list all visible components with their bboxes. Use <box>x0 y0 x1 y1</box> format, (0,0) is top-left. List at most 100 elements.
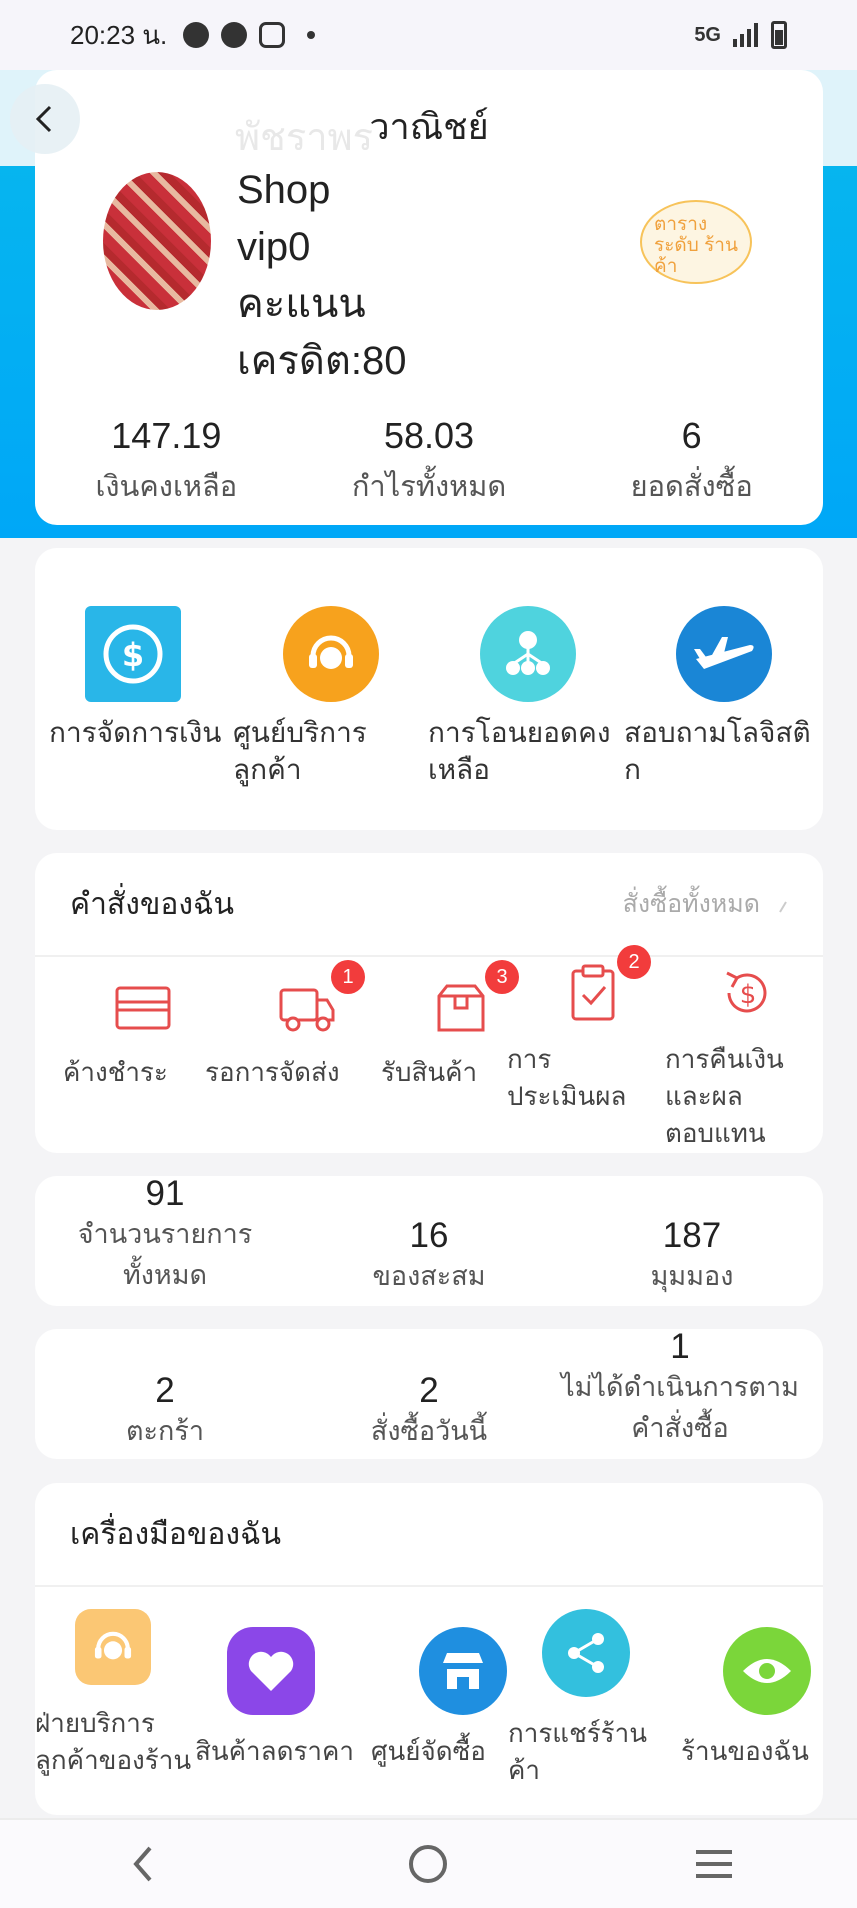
tool-label: ร้านของฉัน <box>681 1736 809 1766</box>
airplane-icon <box>676 606 772 702</box>
tool-discount-products[interactable]: สินค้าลดราคา <box>195 1627 355 1770</box>
order-status-label: รอการจัดส่ง <box>205 1057 340 1087</box>
count-value: 2 <box>419 1371 439 1410</box>
order-receive-goods[interactable]: 3 รับสินค้า <box>381 960 519 1091</box>
system-navigation-bar <box>0 1818 857 1908</box>
stats-row: 147.19 เงินคงเหลือ 58.03 กำไรทั้งหมด 6 ย… <box>35 415 823 509</box>
profile-card: พัชราพร วาณิชย์ Shop vip0 คะแนน เครดิต:8… <box>35 70 823 525</box>
my-orders-card: คำสั่งของฉัน สั่งซื้อทั้งหมด ค้างชำระ 1 … <box>35 853 823 1153</box>
heart-icon <box>227 1627 315 1715</box>
nav-menu-button[interactable] <box>684 1834 744 1894</box>
quick-actions-card: $ การจัดการเงิน ศูนย์บริการลูกค้า การโอน… <box>35 548 823 830</box>
count-value: 16 <box>409 1216 449 1255</box>
quick-action-support[interactable]: ศูนย์บริการลูกค้า <box>233 606 383 788</box>
nav-back-button[interactable] <box>113 1834 173 1894</box>
stat-profit[interactable]: 58.03 กำไรทั้งหมด <box>298 415 561 509</box>
count-label: ของสะสม <box>372 1261 486 1291</box>
share-icon <box>542 1609 630 1697</box>
order-count-badge: 1 <box>331 960 365 994</box>
battery-icon <box>771 21 787 49</box>
chevron-right-icon <box>779 901 787 913</box>
truck-icon: 1 <box>277 960 365 1038</box>
count-total-items[interactable]: 91 จำนวนรายการทั้งหมด <box>35 1176 295 1296</box>
money-cycle-icon: $ <box>85 606 181 702</box>
nav-home-button[interactable] <box>398 1834 458 1894</box>
notification-icons <box>183 22 316 48</box>
view-all-orders-link[interactable]: สั่งซื้อทั้งหมด <box>623 884 788 924</box>
stat-orders[interactable]: 6 ยอดสั่งซื้อ <box>560 415 823 509</box>
quick-action-label: ศูนย์บริการลูกค้า <box>233 717 367 785</box>
tool-label: การแชร์ร้านค้า <box>508 1718 648 1785</box>
count-value: 187 <box>662 1216 722 1255</box>
count-unprocessed-orders[interactable]: 1 ไม่ได้ดำเนินการตามคำสั่งซื้อ <box>540 1329 820 1449</box>
quick-action-logistics[interactable]: สอบถามโลจิสติก <box>624 606 819 788</box>
order-refund[interactable]: $ การคืนเงินและผลตอบแทน <box>665 963 825 1152</box>
quick-action-label: การโอนยอดคงเหลือ <box>428 717 611 785</box>
page-title: วาณิชย์ <box>369 106 489 147</box>
counts-card-1: 91 จำนวนรายการทั้งหมด 16 ของสะสม 187 มุม… <box>35 1176 823 1306</box>
stat-value: 147.19 <box>111 415 222 456</box>
count-label: ตะกร้า <box>125 1416 205 1446</box>
count-label: ไม่ได้ดำเนินการตามคำสั่งซื้อ <box>561 1372 799 1443</box>
store-icon <box>419 1627 507 1715</box>
back-button[interactable] <box>10 84 80 154</box>
tool-label: สินค้าลดราคา <box>195 1736 355 1766</box>
back-arrow-icon <box>35 105 52 133</box>
order-pending-payment[interactable]: ค้างชำระ <box>63 978 173 1091</box>
tool-purchase-center[interactable]: ศูนย์จัดซื้อ <box>371 1627 507 1770</box>
more-notifications-icon <box>307 31 316 39</box>
svg-text:$: $ <box>740 980 757 1010</box>
count-views[interactable]: 187 มุมมอง <box>561 1216 823 1297</box>
points-label: คะแนน <box>237 282 366 326</box>
nav-recents-icon <box>696 1850 733 1878</box>
order-status-label: ค้างชำระ <box>63 1057 168 1087</box>
count-value: 91 <box>145 1176 185 1213</box>
quick-action-money[interactable]: $ การจัดการเงิน <box>49 606 249 751</box>
counts-card-2: 2 ตะกร้า 2 สั่งซื้อวันนี้ 1 ไม่ได้ดำเนิน… <box>35 1329 823 1459</box>
tool-label: ศูนย์จัดซื้อ <box>371 1736 486 1766</box>
order-count-badge: 2 <box>617 945 651 979</box>
quick-action-transfer[interactable]: การโอนยอดคงเหลือ <box>428 606 618 788</box>
my-tools-card: เครื่องมือของฉัน ฝ่ายบริการลูกค้าของร้าน… <box>35 1483 823 1815</box>
nav-home-icon <box>409 1845 448 1883</box>
count-collections[interactable]: 16 ของสะสม <box>297 1216 561 1297</box>
count-cart[interactable]: 2 ตะกร้า <box>35 1371 295 1452</box>
quick-action-label: สอบถามโลจิสติก <box>624 717 811 785</box>
shop-avatar[interactable] <box>103 172 211 310</box>
order-review[interactable]: 2 การประเมินผล <box>507 945 651 1115</box>
shop-name: Shop <box>237 168 331 212</box>
tool-label: ฝ่ายบริการลูกค้าของร้าน <box>35 1708 192 1775</box>
order-status-label: การประเมินผล <box>507 1044 627 1111</box>
order-status-label: รับสินค้า <box>381 1057 478 1087</box>
stat-balance[interactable]: 147.19 เงินคงเหลือ <box>35 415 298 509</box>
instagram-icon <box>259 22 286 48</box>
tool-shop-support[interactable]: ฝ่ายบริการลูกค้าของร้าน <box>35 1609 195 1779</box>
count-label: จำนวนรายการทั้งหมด <box>77 1219 253 1290</box>
order-awaiting-shipment[interactable]: 1 รอการจัดส่ง <box>205 960 365 1091</box>
headset-icon <box>75 1609 151 1685</box>
tools-header: เครื่องมือของฉัน <box>35 1483 823 1587</box>
stat-value: 6 <box>681 415 702 456</box>
refund-icon: $ <box>717 963 777 1023</box>
count-value: 1 <box>670 1329 690 1366</box>
card-icon <box>113 978 173 1038</box>
stat-label: กำไรทั้งหมด <box>351 471 507 503</box>
tools-title: เครื่องมือของฉัน <box>70 1517 282 1551</box>
network-label: 5G <box>694 23 721 46</box>
stat-label: ยอดสั่งซื้อ <box>630 471 753 503</box>
clipboard-icon: 2 <box>563 945 651 1023</box>
tier-table-badge[interactable]: ตาราง ระดับ ร้านค้า <box>640 200 752 284</box>
orders-title: คำสั่งของฉัน <box>70 887 234 921</box>
transfer-icon <box>480 606 576 702</box>
tool-share-shop[interactable]: การแชร์ร้านค้า <box>508 1609 648 1789</box>
count-label: มุมมอง <box>650 1261 734 1291</box>
tool-my-shop[interactable]: ร้านของฉัน <box>681 1627 821 1770</box>
eye-icon <box>723 1627 811 1715</box>
stat-value: 58.03 <box>383 415 475 456</box>
count-orders-today[interactable]: 2 สั่งซื้อวันนี้ <box>297 1371 561 1452</box>
credit-score: เครดิต:80 <box>237 339 407 383</box>
box-icon: 3 <box>431 960 519 1038</box>
count-label: สั่งซื้อวันนี้ <box>370 1416 488 1446</box>
svg-text:$: $ <box>122 636 144 674</box>
order-status-label: การคืนเงินและผลตอบแทน <box>665 1044 784 1148</box>
